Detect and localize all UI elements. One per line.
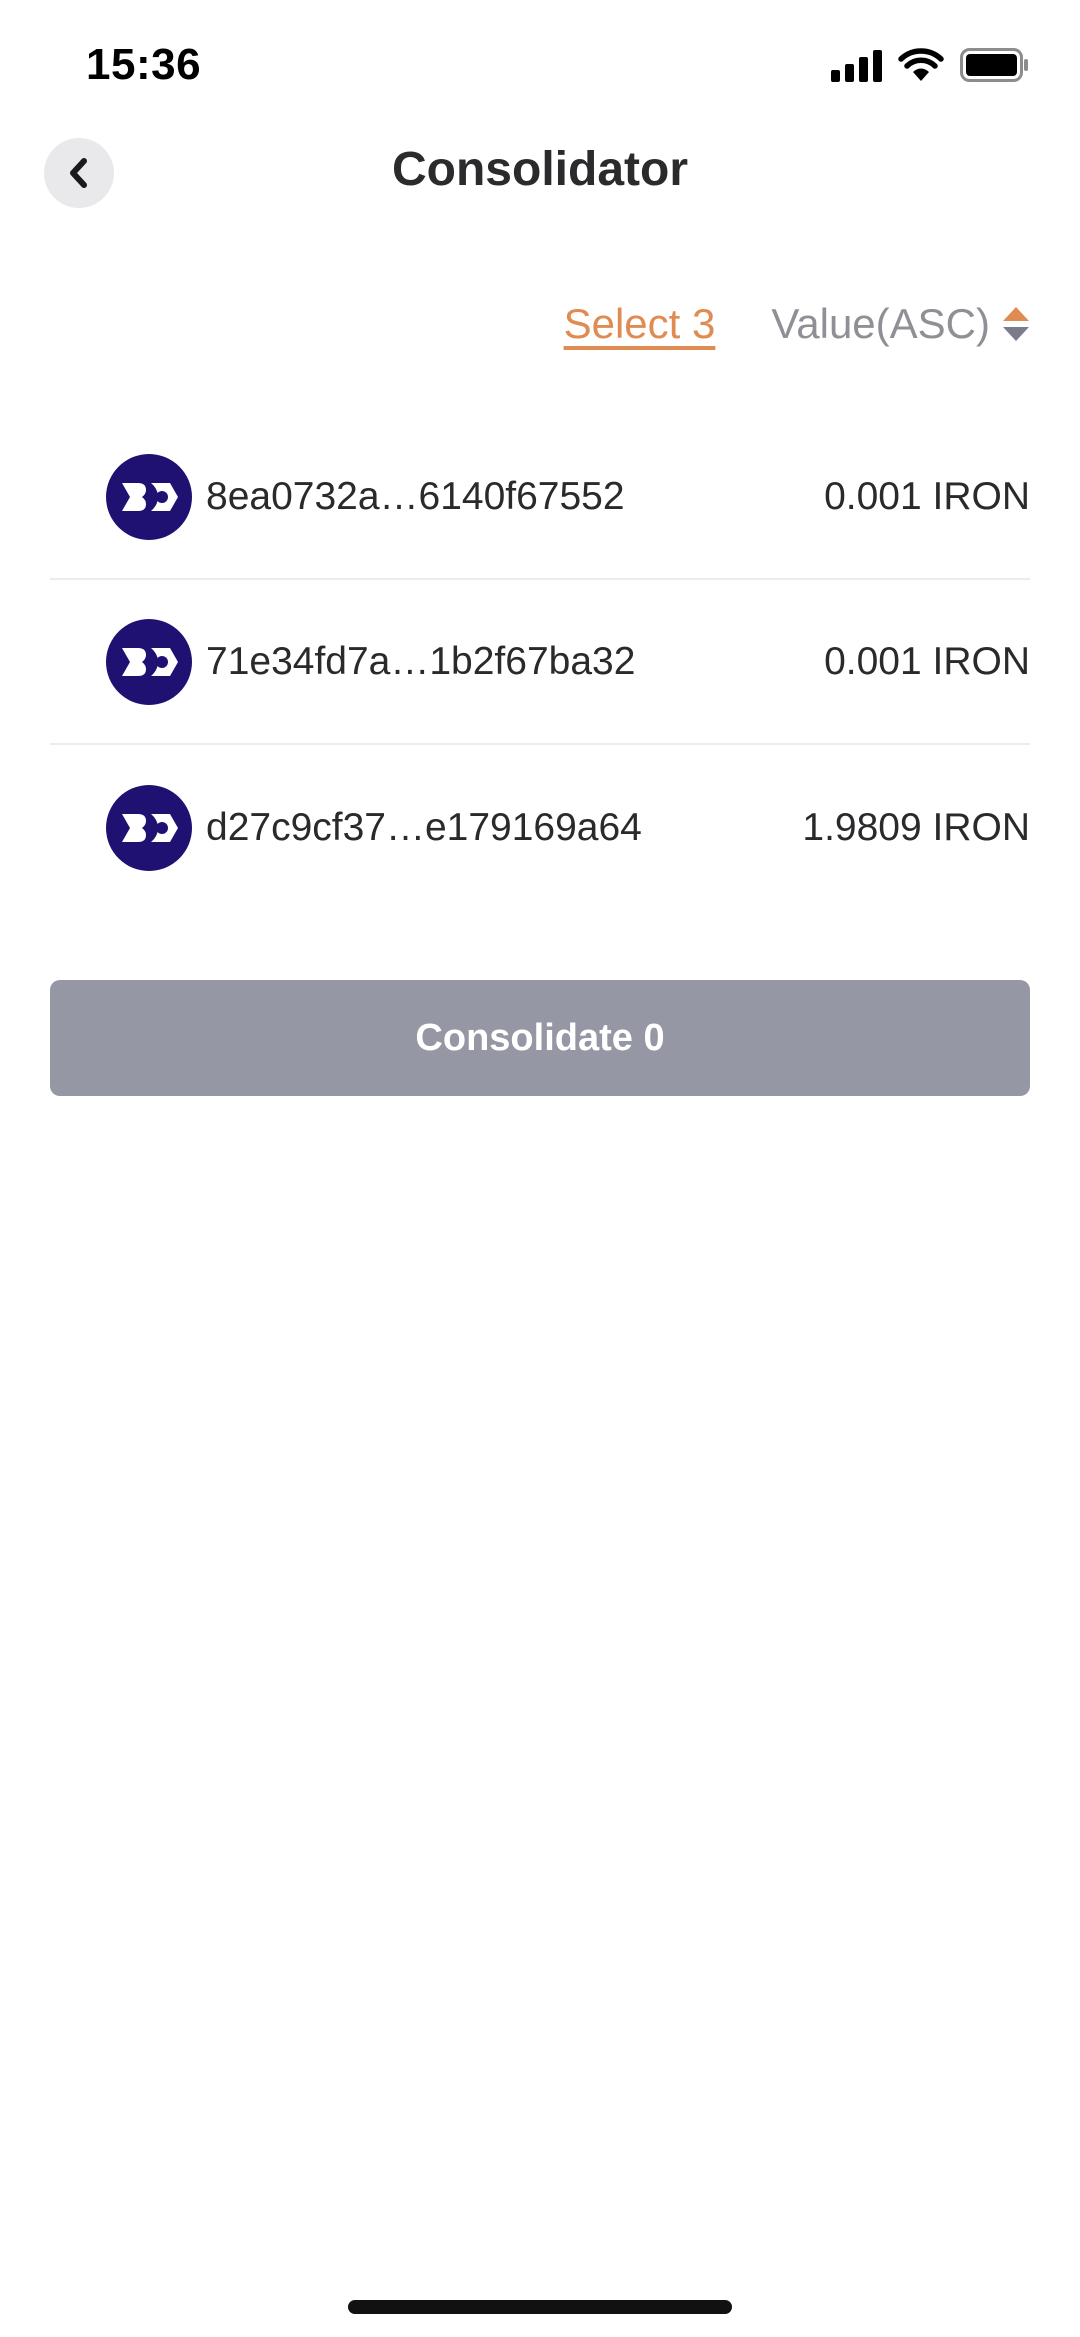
select-all-link[interactable]: Select 3: [564, 300, 716, 348]
list-toolbar: Select 3 Value(ASC): [564, 300, 1030, 348]
coin-hash: d27c9cf37…e179169a64: [206, 805, 642, 849]
iron-logo-icon: [106, 453, 192, 540]
coin-hash: 71e34fd7a…1b2f67ba32: [206, 639, 636, 683]
sort-button[interactable]: Value(ASC): [771, 300, 1030, 348]
battery-icon: [960, 48, 1028, 82]
coin-amount: 1.9809 IRON: [802, 805, 1030, 849]
coin-list: 8ea0732a…6140f67552 0.001 IRON 71e34fd7a…: [50, 415, 1030, 910]
wifi-icon: [898, 48, 944, 81]
coin-amount: 0.001 IRON: [824, 639, 1030, 683]
iron-logo-icon: [106, 784, 192, 871]
status-bar: 15:36: [0, 0, 1080, 130]
nav-bar: Consolidator: [0, 130, 1080, 240]
status-time: 15:36: [86, 40, 202, 89]
page-title: Consolidator: [392, 143, 688, 196]
status-icons: [831, 48, 1030, 82]
cellular-signal-icon: [831, 48, 882, 82]
consolidate-button[interactable]: Consolidate 0: [50, 980, 1030, 1096]
sort-arrows-icon: [1002, 306, 1030, 342]
coin-row[interactable]: 71e34fd7a…1b2f67ba32 0.001 IRON: [50, 580, 1030, 745]
home-indicator: [348, 2300, 732, 2314]
coin-hash: 8ea0732a…6140f67552: [206, 474, 625, 518]
iron-logo-icon: [106, 618, 192, 705]
sort-label: Value(ASC): [771, 300, 990, 347]
coin-amount: 0.001 IRON: [824, 474, 1030, 518]
coin-row[interactable]: 8ea0732a…6140f67552 0.001 IRON: [50, 415, 1030, 580]
coin-row[interactable]: d27c9cf37…e179169a64 1.9809 IRON: [50, 745, 1030, 910]
